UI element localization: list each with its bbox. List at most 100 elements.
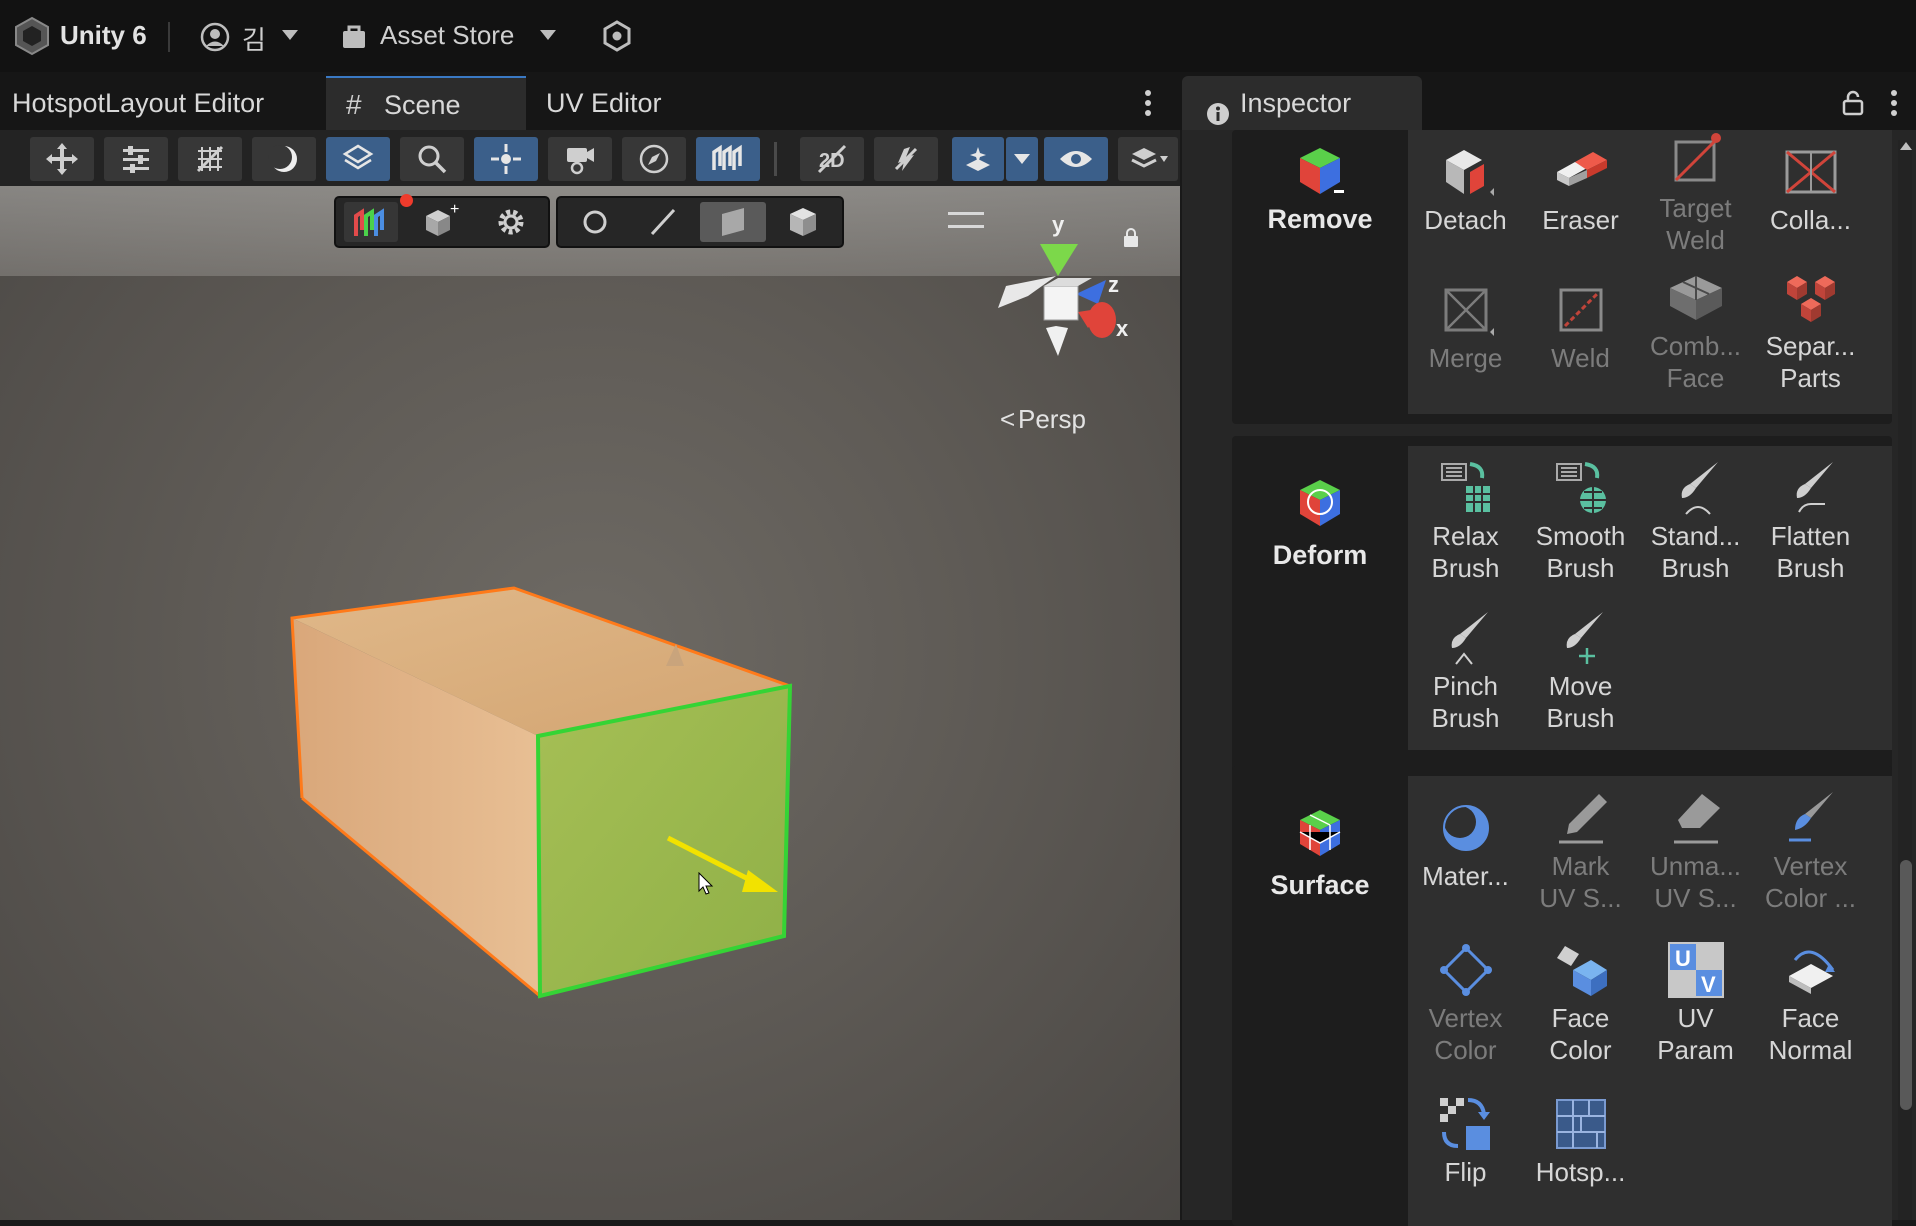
vertex-color-brush-icon <box>1781 788 1841 848</box>
flip-tool[interactable]: Flip <box>1408 1094 1523 1188</box>
gear-icon[interactable] <box>484 202 538 242</box>
edge-mode-icon[interactable] <box>632 202 694 242</box>
unmark-uv-seam-icon <box>1666 788 1726 848</box>
gizmo-lock-icon[interactable] <box>1122 228 1140 248</box>
overlay-drag-handle[interactable] <box>948 212 984 228</box>
vertex-color-brush-tool[interactable]: Vertex Color ... <box>1753 788 1868 914</box>
effects-icon[interactable] <box>952 137 1004 181</box>
vertex-cube-icon[interactable] <box>772 202 834 242</box>
projection-toggle[interactable]: < Persp <box>1000 404 1086 435</box>
camera-icon[interactable] <box>548 137 612 181</box>
smooth-brush-icon <box>1551 458 1611 518</box>
remove-tool-grid: Detach Eraser Target Weld Colla... Merge… <box>1408 130 1892 414</box>
axis-x-label: x <box>1116 316 1129 341</box>
uv-param-tool[interactable]: UV UV Param <box>1638 940 1753 1066</box>
new-shape-icon[interactable]: + <box>414 201 468 242</box>
compass-icon[interactable] <box>622 137 686 181</box>
pivot-gizmo-icon[interactable] <box>474 137 538 181</box>
collapse-tool[interactable]: Colla... <box>1753 142 1868 236</box>
merge-tool[interactable]: Merge <box>1408 280 1523 374</box>
deform-cube-icon <box>1294 476 1346 532</box>
probuilder-overlay: + <box>334 194 550 248</box>
relax-brush-tool[interactable]: Relax Brush <box>1408 458 1523 584</box>
remove-section: Remove Detach Eraser Target Weld Colla..… <box>1232 130 1892 424</box>
info-icon <box>1206 90 1230 125</box>
shading-sphere-icon[interactable] <box>252 137 316 181</box>
combine-face-icon <box>1666 268 1726 328</box>
probuilder-menu-icon[interactable] <box>344 194 413 242</box>
face-normal-tool[interactable]: Face Normal <box>1753 940 1868 1066</box>
probuilder-icon[interactable] <box>696 137 760 181</box>
scrollbar-thumb[interactable] <box>1900 860 1912 1110</box>
selected-box-mesh[interactable] <box>280 586 820 1026</box>
chevron-down-icon[interactable] <box>1006 137 1038 181</box>
surface-section: Surface Mater... Mark UV S... Unma... UV… <box>1232 766 1892 1226</box>
eraser-tool[interactable]: Eraser <box>1523 142 1638 236</box>
more-options-icon[interactable] <box>1144 90 1152 116</box>
target-weld-tool[interactable]: Target Weld <box>1638 130 1753 256</box>
chevron-down-icon[interactable] <box>282 30 298 40</box>
eraser-icon <box>1551 142 1611 202</box>
selection-mode-overlay <box>556 196 844 248</box>
weld-tool[interactable]: Weld <box>1523 280 1638 374</box>
chevron-down-icon[interactable] <box>540 30 556 40</box>
account-name[interactable]: 김 <box>242 20 266 57</box>
orientation-gizmo[interactable]: y z x <box>988 212 1138 386</box>
separate-parts-tool[interactable]: Separ... Parts <box>1753 268 1868 394</box>
unmark-uv-seam-tool[interactable]: Unma... UV S... <box>1638 788 1753 914</box>
tab-uv-editor[interactable]: UV Editor <box>546 76 726 130</box>
hash-icon: # <box>346 89 362 120</box>
combine-face-tool[interactable]: Comb... Face <box>1638 268 1753 394</box>
object-mode-icon[interactable] <box>564 202 626 242</box>
axis-y-label: y <box>1052 212 1065 237</box>
lighting-off-icon[interactable] <box>874 137 938 181</box>
tab-inspector-label: Inspector <box>1240 88 1352 118</box>
deform-section-label: Deform <box>1272 540 1368 570</box>
more-options-icon[interactable] <box>1890 90 1898 116</box>
tab-scene-label: Scene <box>384 90 461 120</box>
remove-cube-icon <box>1294 144 1346 200</box>
settings-hex-icon[interactable] <box>602 20 632 52</box>
layers-diamond-icon[interactable] <box>326 137 390 181</box>
merge-icon <box>1436 280 1496 340</box>
sliders-icon[interactable] <box>104 137 168 181</box>
layers-icon[interactable] <box>1118 137 1178 181</box>
face-mode-icon[interactable] <box>700 202 766 242</box>
eye-icon[interactable] <box>1044 137 1108 181</box>
move-brush-icon <box>1551 608 1611 668</box>
grid-snap-icon[interactable] <box>178 137 242 181</box>
top-bar: Unity 6 김 Asset Store <box>0 0 1916 72</box>
visibility-off-2d-icon[interactable]: 2D <box>800 137 864 181</box>
move-tool-icon[interactable] <box>30 137 94 181</box>
search-icon[interactable] <box>400 137 464 181</box>
flip-icon <box>1436 1094 1496 1154</box>
standard-brush-tool[interactable]: Stand... Brush <box>1638 458 1753 584</box>
shopping-bag-icon[interactable] <box>340 22 368 50</box>
unity-logo-icon[interactable] <box>14 16 50 56</box>
scroll-up-icon[interactable] <box>1900 142 1912 150</box>
surface-tool-grid: Mater... Mark UV S... Unma... UV S... Ve… <box>1408 776 1892 1226</box>
scene-view[interactable]: + y z x < Persp <box>0 186 1180 1220</box>
pinch-brush-tool[interactable]: Pinch Brush <box>1408 608 1523 734</box>
face-color-tool[interactable]: Face Color <box>1523 940 1638 1066</box>
svg-text:U: U <box>1675 946 1691 971</box>
flatten-brush-tool[interactable]: Flatten Brush <box>1753 458 1868 584</box>
material-tool[interactable]: Mater... <box>1408 798 1523 892</box>
inspector-panel: Remove Detach Eraser Target Weld Colla..… <box>1182 130 1916 1226</box>
tab-hotspotlayout-editor[interactable]: HotspotLayout Editor <box>0 76 332 130</box>
lock-icon[interactable] <box>1842 90 1864 116</box>
move-brush-tool[interactable]: Move Brush <box>1523 608 1638 734</box>
smooth-brush-tool[interactable]: Smooth Brush <box>1523 458 1638 584</box>
hotspot-tool[interactable]: Hotsp... <box>1523 1094 1638 1188</box>
tab-scene[interactable]: # Scene <box>326 76 526 132</box>
vertex-color-icon <box>1436 940 1496 1000</box>
app-name[interactable]: Unity 6 <box>60 20 147 51</box>
account-icon[interactable] <box>200 22 230 52</box>
asset-store-button[interactable]: Asset Store <box>380 20 514 51</box>
mark-uv-seam-tool[interactable]: Mark UV S... <box>1523 788 1638 914</box>
svg-text:V: V <box>1701 972 1716 997</box>
detach-tool[interactable]: Detach <box>1408 142 1523 236</box>
scene-toolbar: 2D <box>0 130 1180 186</box>
vertex-color-tool[interactable]: Vertex Color <box>1408 940 1523 1066</box>
tab-inspector[interactable]: Inspector <box>1182 76 1422 130</box>
